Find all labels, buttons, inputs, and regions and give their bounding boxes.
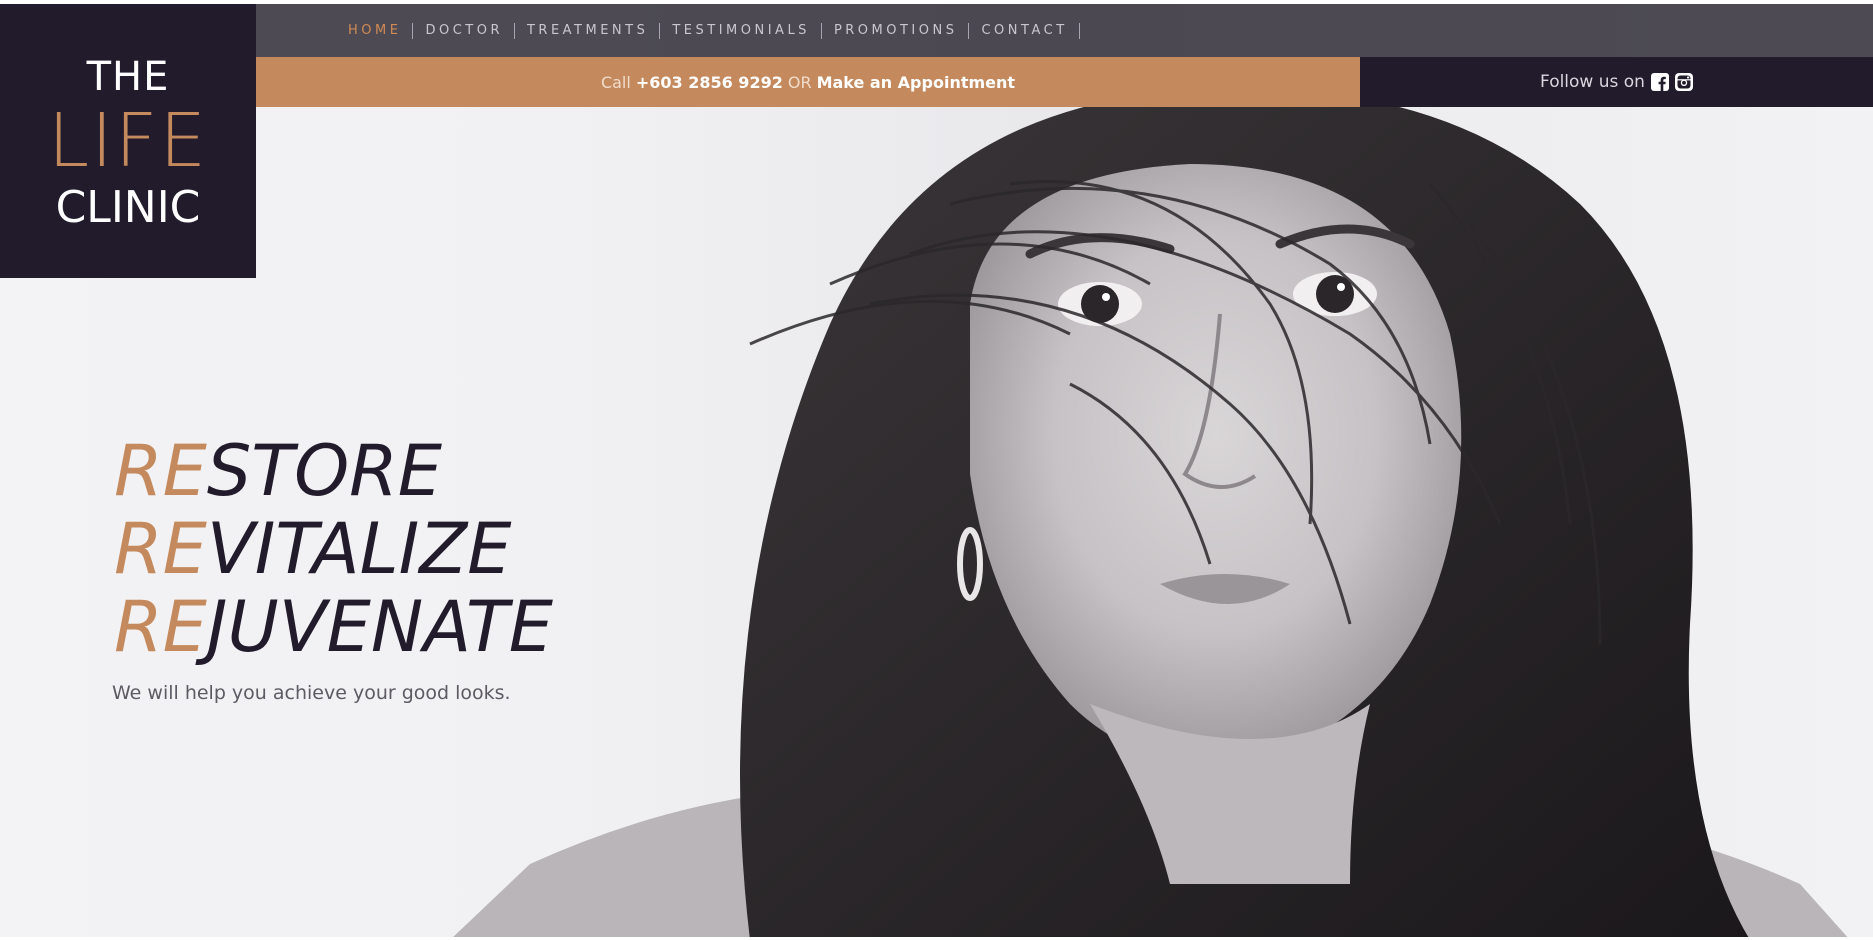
call-appointment-bar: Call +603 2856 9292 OR Make an Appointme… <box>256 57 1360 107</box>
make-appointment-link[interactable]: Make an Appointment <box>817 73 1015 92</box>
nav-item-home[interactable]: HOME <box>348 22 414 39</box>
headline-prefix: RE <box>114 508 207 590</box>
logo-text-clinic: CLINIC <box>55 182 201 233</box>
nav-item-testimonials[interactable]: TESTIMONIALS <box>660 22 822 39</box>
hero-tagline: We will help you achieve your good looks… <box>112 682 511 704</box>
headline-word: STORE <box>206 430 443 512</box>
nav-item-treatments[interactable]: TREATMENTS <box>515 22 661 39</box>
top-navigation-bar: HOME DOCTOR TREATMENTS TESTIMONIALS PROM… <box>256 4 1873 57</box>
headline-word: VITALIZE <box>206 508 512 590</box>
clinic-logo[interactable]: THE LIFE CLINIC <box>0 4 256 278</box>
headline-line-restore: RESTORE <box>114 432 553 510</box>
follow-us-label: Follow us on <box>1540 72 1645 92</box>
main-nav: HOME DOCTOR TREATMENTS TESTIMONIALS PROM… <box>348 4 1080 57</box>
nav-item-promotions[interactable]: PROMOTIONS <box>822 22 970 39</box>
hero-portrait-image <box>450 88 1850 940</box>
instagram-icon[interactable] <box>1674 73 1693 91</box>
nav-item-contact[interactable]: CONTACT <box>969 22 1080 39</box>
nav-item-doctor[interactable]: DOCTOR <box>413 22 515 39</box>
logo-text-the: THE <box>86 54 170 100</box>
hero-headline: RESTORE REVITALIZE REJUVENATE <box>114 432 553 666</box>
headline-line-revitalize: REVITALIZE <box>114 510 553 588</box>
headline-line-rejuvenate: REJUVENATE <box>114 588 553 666</box>
follow-us-bar: Follow us on <box>1360 57 1873 107</box>
call-prefix-text: Call <box>600 72 631 92</box>
facebook-icon[interactable] <box>1650 73 1669 91</box>
or-text: OR <box>787 72 812 92</box>
headline-word: JUVENATE <box>206 586 554 668</box>
logo-text-life: LIFE <box>47 98 209 184</box>
headline-prefix: RE <box>114 586 207 668</box>
page: THE LIFE CLINIC HOME DOCTOR TREATMENTS T… <box>0 0 1873 940</box>
phone-number-link[interactable]: +603 2856 9292 <box>636 73 783 92</box>
headline-prefix: RE <box>114 430 207 512</box>
